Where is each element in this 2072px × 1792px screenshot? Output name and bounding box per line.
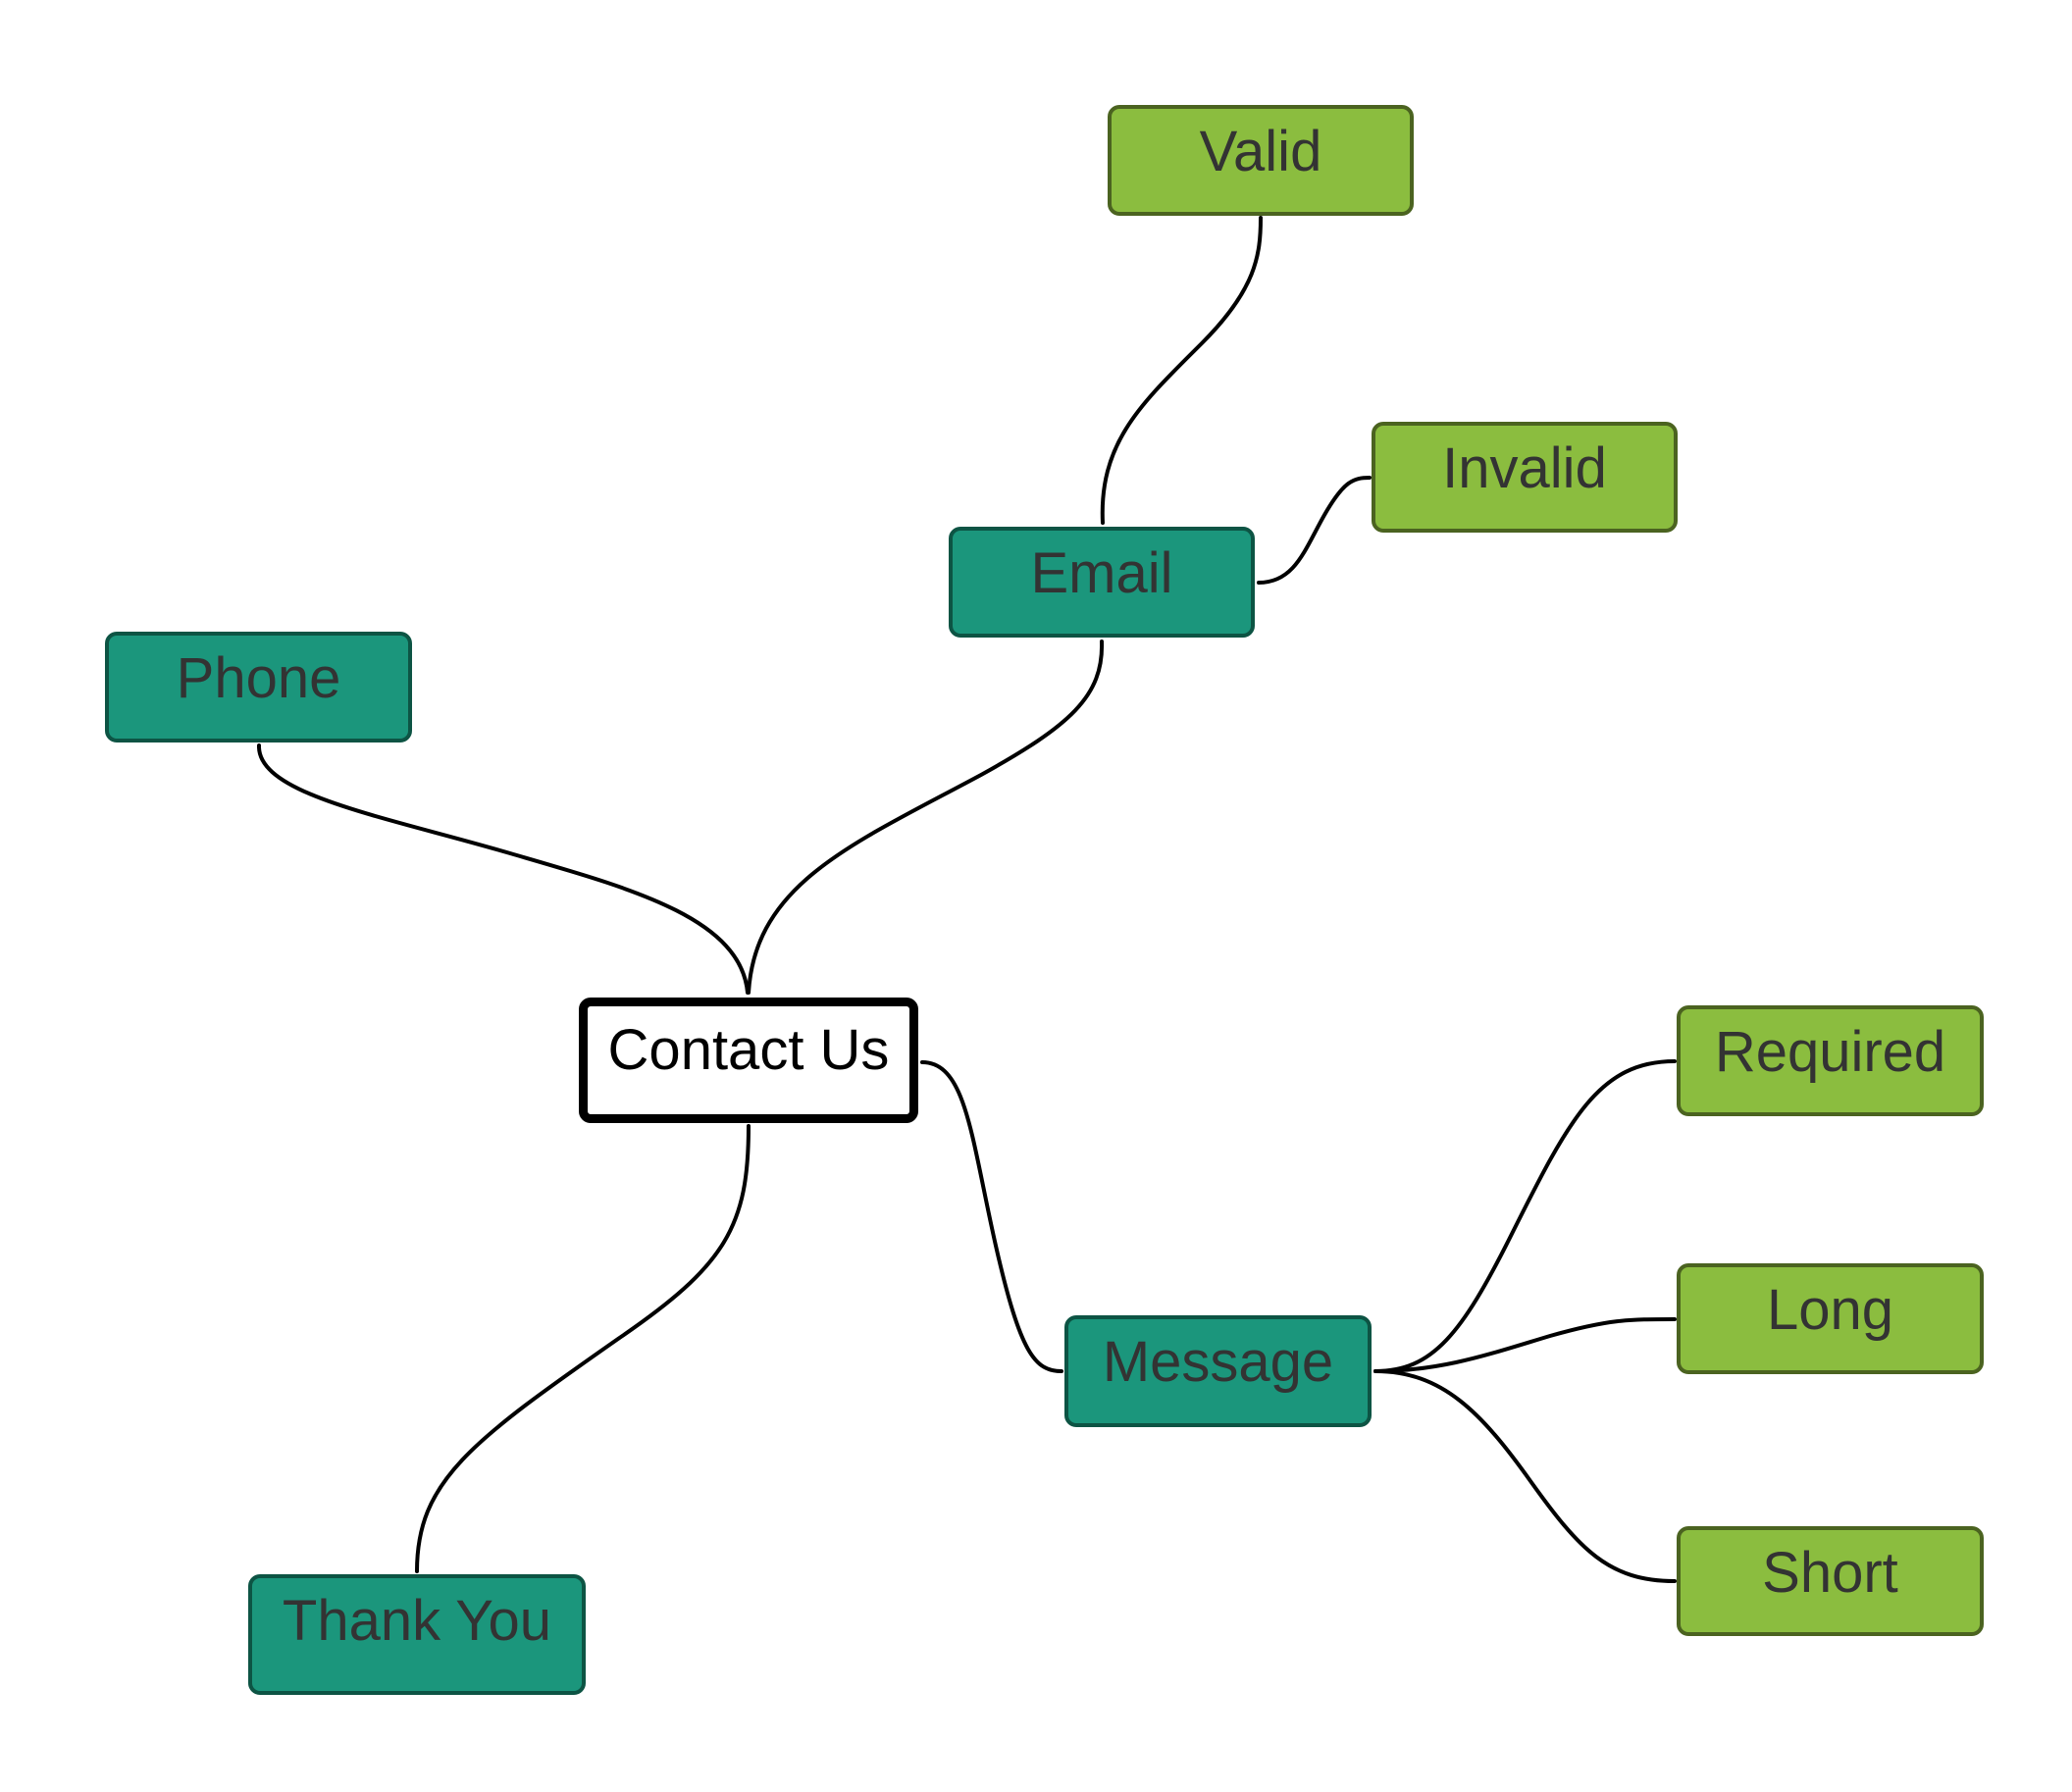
node-label: Thank You — [282, 1589, 552, 1653]
node-message[interactable]: Message — [1064, 1315, 1372, 1427]
node-invalid[interactable]: Invalid — [1372, 422, 1678, 533]
edge-contact-us-message — [920, 1060, 1063, 1373]
node-thank-you[interactable]: Thank You — [248, 1574, 586, 1695]
node-label: Invalid — [1442, 436, 1607, 500]
node-label: Short — [1762, 1541, 1898, 1605]
edge-email-invalid — [1257, 476, 1372, 585]
node-label: Long — [1766, 1278, 1894, 1342]
edge-contact-us-email — [747, 640, 1105, 995]
node-contact-us[interactable]: Contact Us — [579, 998, 918, 1123]
node-valid[interactable]: Valid — [1108, 105, 1414, 216]
node-phone[interactable]: Phone — [105, 632, 412, 742]
node-label: Required — [1714, 1020, 1946, 1084]
node-required[interactable]: Required — [1677, 1005, 1984, 1116]
edge-message-required — [1373, 1059, 1677, 1373]
edge-message-short — [1373, 1369, 1677, 1583]
edge-email-valid — [1100, 216, 1263, 525]
node-label: Email — [1030, 541, 1173, 605]
root-label: Contact Us — [607, 1017, 890, 1082]
edge-contact-us-phone — [256, 743, 750, 995]
edge-contact-us-thank-you — [415, 1124, 751, 1573]
edge-message-long — [1373, 1317, 1677, 1373]
node-email[interactable]: Email — [949, 527, 1255, 638]
node-label: Valid — [1199, 120, 1322, 183]
node-long[interactable]: Long — [1677, 1263, 1984, 1374]
edges-layer — [256, 216, 1677, 1583]
node-short[interactable]: Short — [1677, 1526, 1984, 1636]
node-label: Message — [1102, 1330, 1334, 1394]
mind-map-canvas: Valid Invalid Email Phone Contact Us Mes… — [0, 0, 2072, 1792]
node-label: Phone — [176, 646, 341, 710]
